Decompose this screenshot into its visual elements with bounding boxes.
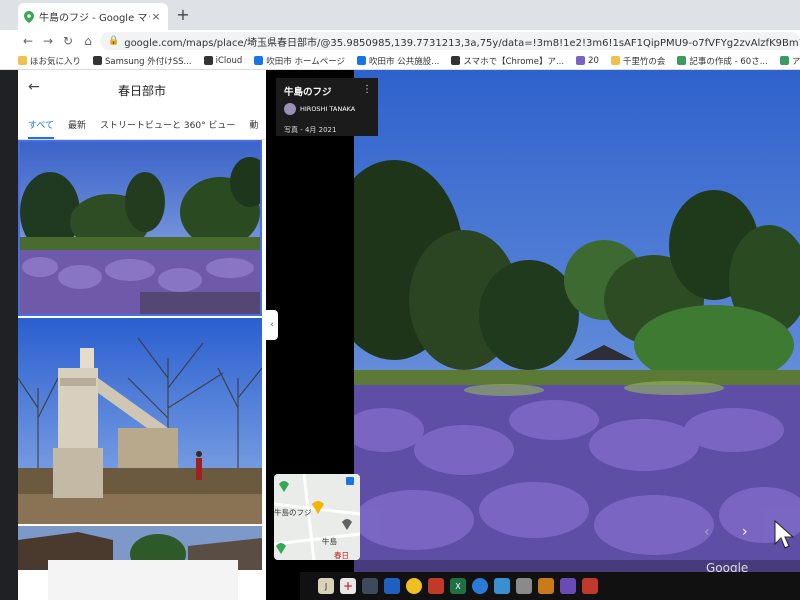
app-icon[interactable] [516, 578, 532, 594]
map-label-place: 牛島のフジ [274, 508, 312, 517]
ime-icon[interactable]: J [318, 578, 334, 594]
bookmark-icon [576, 56, 586, 65]
bookmark-item[interactable]: 吹田市 ホームページ [254, 55, 345, 67]
bookmark-item[interactable]: Samsung 外付けSS... [93, 55, 192, 67]
bookmark-icon [93, 56, 103, 65]
tab-title: 牛島のフジ - Google マップ [39, 13, 150, 24]
bookmark-icon [451, 56, 461, 65]
address-bar[interactable]: 🔒 google.com/maps/place/埼玉県春日部市/@35.9850… [100, 32, 800, 50]
bookmark-label: 吹田市 公共施設... [369, 56, 440, 67]
bookmark-item[interactable]: ほお気に入り [18, 55, 81, 67]
back-arrow-icon[interactable]: ← [18, 34, 38, 48]
bookmark-item[interactable]: 吹田市 公共施設... [357, 55, 439, 67]
red-cross-icon[interactable]: + [340, 578, 356, 594]
bookmark-label: 記事の作成 - 60さ... [689, 56, 768, 67]
avatar [284, 103, 296, 115]
bookmark-icon [779, 56, 789, 65]
photo-list-panel: ← 春日部市 すべて 最新 ストリートビューと 360° ビュー 動 [18, 70, 266, 600]
bookmark-item[interactable]: 20 [576, 56, 599, 66]
taskbar: J + X [300, 572, 800, 600]
bookmark-label: 吹田市 ホームページ [266, 56, 346, 67]
bookmark-icon [357, 56, 367, 65]
tab-all[interactable]: すべて [28, 118, 55, 139]
bookmark-item[interactable]: 記事の作成 - 60さ... [677, 55, 768, 67]
photo-author[interactable]: HIROSHI TANAKA [284, 103, 370, 115]
map-label-area: 牛島 [322, 537, 337, 546]
home-icon[interactable]: ⌂ [78, 34, 98, 48]
screen: 牛島のフジ - Google マップ × + ← → ↻ ⌂ 🔒 google.… [0, 0, 800, 600]
next-photo-icon[interactable]: › [742, 524, 748, 540]
panel-title: 春日部市 [117, 83, 166, 98]
main-wisteria-photo [354, 70, 800, 600]
edge-icon[interactable] [472, 578, 488, 594]
photo-category-tabs: すべて 最新 ストリートビューと 360° ビュー 動 [18, 110, 266, 140]
app-icon[interactable] [582, 578, 598, 594]
mouse-cursor-icon [774, 520, 794, 549]
url-text: google.com/maps/place/埼玉県春日部市/@35.985098… [124, 37, 800, 49]
previous-photo-icon[interactable]: ‹ [704, 524, 710, 540]
playground-photo [18, 318, 262, 524]
bookmark-label: 千里竹の会 [622, 56, 666, 67]
browser-toolbar: ← → ↻ ⌂ 🔒 google.com/maps/place/埼玉県春日部市/… [0, 30, 800, 52]
bookmark-item[interactable]: アクセス数 - 〇ム画... [779, 55, 800, 67]
tab-street-view[interactable]: ストリートビューと 360° ビュー [100, 118, 235, 131]
photo-thumbnail-wisteria[interactable] [18, 140, 262, 316]
forward-arrow-icon[interactable]: → [38, 34, 58, 48]
bookmark-item[interactable]: iCloud [203, 55, 243, 66]
new-tab-button[interactable]: + [174, 5, 192, 24]
place-name[interactable]: 牛島のフジ [284, 84, 370, 98]
app-icon[interactable] [428, 578, 444, 594]
reload-icon[interactable]: ↻ [58, 34, 78, 48]
store-icon[interactable] [494, 578, 510, 594]
bookmark-label: アクセス数 - 〇ム画... [791, 56, 800, 67]
close-tab-icon[interactable]: × [150, 10, 162, 23]
bookmark-item[interactable]: 千里竹の会 [610, 55, 666, 67]
tab-latest[interactable]: 最新 [68, 118, 86, 131]
tab-strip: 牛島のフジ - Google マップ × + [0, 0, 800, 30]
wisteria-photo [20, 142, 260, 314]
photo-viewer: 牛島のフジ HIROSHI TANAKA 写真 - 4月 2021 ⋮ 牛島のフ… [266, 70, 800, 600]
chrome-icon[interactable] [406, 578, 422, 594]
bookmark-icon [18, 56, 27, 65]
app-icon[interactable] [384, 578, 400, 594]
app-icon[interactable] [560, 578, 576, 594]
folder-icon[interactable] [538, 578, 554, 594]
bookmark-icon [203, 56, 213, 65]
lock-icon: 🔒 [108, 36, 120, 46]
author-name: HIROSHI TANAKA [300, 105, 356, 113]
tab-video[interactable]: 動 [249, 118, 258, 131]
bookmarks-bar: ほお気に入り Samsung 外付けSS... iCloud 吹田市 ホームページ 吹田… [0, 52, 800, 70]
maps-pin-icon [24, 10, 34, 23]
bookmark-label: Samsung 外付けSS... [105, 56, 192, 67]
bookmark-label: 20 [588, 55, 599, 66]
photo-date: 写真 - 4月 2021 [284, 126, 337, 134]
collapse-panel-button[interactable]: ‹ [266, 310, 278, 340]
panel-footer [48, 560, 238, 600]
bookmark-icon [677, 56, 687, 65]
photo-info-card: 牛島のフジ HIROSHI TANAKA 写真 - 4月 2021 ⋮ [276, 78, 378, 136]
mini-map[interactable]: 牛島のフジ 牛島 春日 [274, 474, 360, 560]
photo-thumbnail-playground[interactable] [18, 318, 262, 524]
bookmark-icon [254, 56, 264, 65]
bookmark-item[interactable]: スマホで【Chrome】ア... [451, 55, 564, 67]
window-switch-icon[interactable] [362, 578, 378, 594]
bookmark-icon [610, 56, 620, 65]
map-label-city: 春日 [334, 551, 349, 560]
bookmark-label: スマホで【Chrome】ア... [463, 56, 565, 67]
panel-header: ← 春日部市 [18, 70, 266, 110]
back-arrow-icon[interactable]: ← [28, 79, 40, 95]
bookmark-label: ほお気に入り [30, 56, 82, 67]
bookmark-label: iCloud [215, 55, 243, 66]
more-options-icon[interactable]: ⋮ [362, 84, 372, 95]
excel-icon[interactable]: X [450, 578, 466, 594]
browser-tab[interactable]: 牛島のフジ - Google マップ × [18, 3, 168, 30]
